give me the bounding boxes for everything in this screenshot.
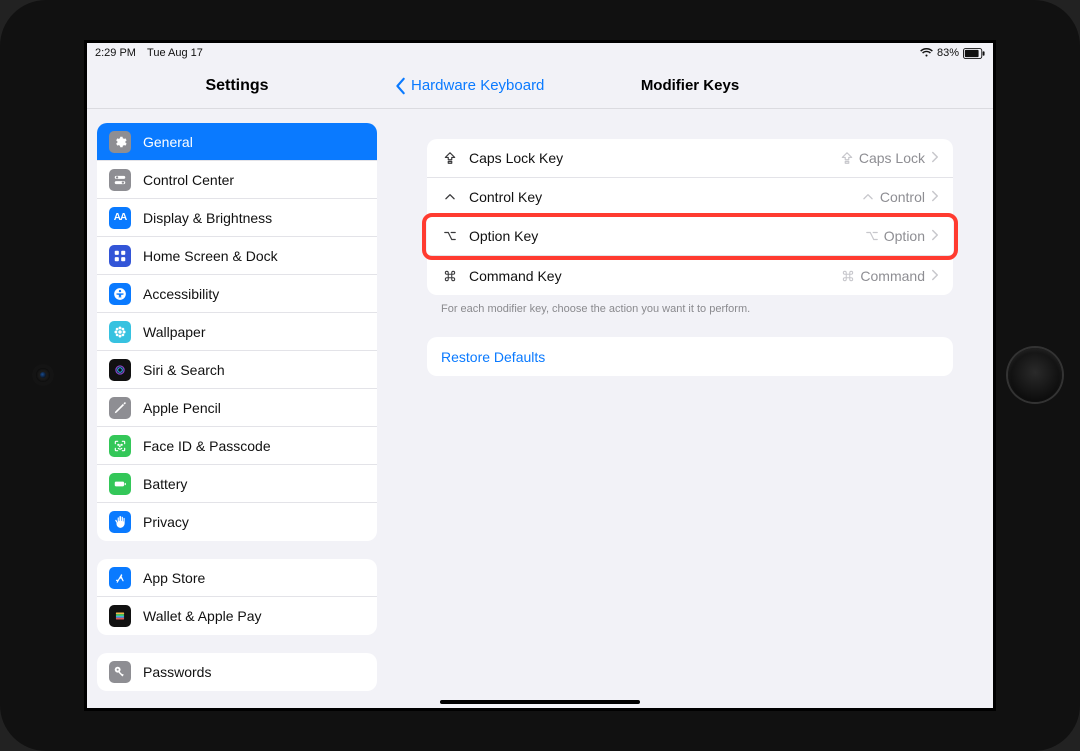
sidebar-item-label: Display & Brightness	[143, 210, 272, 226]
modifier-label: Control Key	[469, 189, 860, 205]
sidebar-title: Settings	[87, 63, 387, 109]
battery-icon	[109, 473, 131, 495]
chevron-right-icon	[931, 189, 939, 205]
control-value-icon	[860, 190, 876, 204]
sidebar-item-battery[interactable]: Battery	[97, 465, 377, 503]
grid-icon	[109, 245, 131, 267]
modifier-value: Caps Lock	[859, 150, 925, 166]
sidebar-item-label: General	[143, 134, 193, 150]
sidebar-item-home-screen-dock[interactable]: Home Screen & Dock	[97, 237, 377, 275]
wifi-icon	[920, 48, 933, 58]
siri-icon	[109, 359, 131, 381]
sidebar-group: General Control Center AA Display & Brightn…	[97, 123, 377, 541]
ipad-frame: 2:29 PM Tue Aug 17 83% Settings General C…	[0, 0, 1080, 751]
detail-pane: Hardware Keyboard Modifier Keys Caps Loc…	[387, 63, 993, 708]
modifier-label: Option Key	[469, 228, 864, 244]
home-indicator[interactable]	[440, 700, 640, 704]
sidebar-item-label: Home Screen & Dock	[143, 248, 278, 264]
modifier-caption: For each modifier key, choose the action…	[427, 295, 953, 315]
sidebar-item-display-brightness[interactable]: AA Display & Brightness	[97, 199, 377, 237]
control-key-icon	[441, 190, 459, 204]
pencil-icon	[109, 397, 131, 419]
sidebar-item-label: Privacy	[143, 514, 189, 530]
modifier-keys-group: Caps Lock KeyCaps LockControl KeyControl…	[427, 139, 953, 295]
option-key-icon	[441, 229, 459, 243]
battery-icon	[963, 48, 985, 59]
sidebar-item-face-id-passcode[interactable]: Face ID & Passcode	[97, 427, 377, 465]
key-icon	[109, 661, 131, 683]
AA-icon: AA	[109, 207, 131, 229]
gear-icon	[109, 131, 131, 153]
sidebar-item-label: Control Center	[143, 172, 234, 188]
sidebar-item-label: Face ID & Passcode	[143, 438, 271, 454]
appstore-icon	[109, 567, 131, 589]
sidebar-item-label: Wallpaper	[143, 324, 206, 340]
sidebar-item-passwords[interactable]: Passwords	[97, 653, 377, 691]
hand-icon	[109, 511, 131, 533]
sidebar-item-wallet-apple-pay[interactable]: Wallet & Apple Pay	[97, 597, 377, 635]
screen: 2:29 PM Tue Aug 17 83% Settings General C…	[84, 40, 996, 711]
home-button[interactable]	[1008, 348, 1062, 402]
sidebar-item-app-store[interactable]: App Store	[97, 559, 377, 597]
status-battery-pct: 83%	[937, 47, 959, 59]
sidebar-item-control-center[interactable]: Control Center	[97, 161, 377, 199]
sidebar-item-label: Apple Pencil	[143, 400, 221, 416]
chevron-right-icon	[931, 268, 939, 284]
command-key-icon	[441, 269, 459, 283]
modifier-value: Command	[860, 268, 925, 284]
modifier-row-command-key[interactable]: Command Key Command	[427, 256, 953, 295]
flower-icon	[109, 321, 131, 343]
capslock-key-icon	[441, 151, 459, 165]
sidebar-item-apple-pencil[interactable]: Apple Pencil	[97, 389, 377, 427]
figure-icon	[109, 283, 131, 305]
sidebar-item-wallpaper[interactable]: Wallpaper	[97, 313, 377, 351]
sidebar-item-siri-search[interactable]: Siri & Search	[97, 351, 377, 389]
settings-sidebar: Settings General Control Center AA Display …	[87, 63, 387, 708]
status-bar: 2:29 PM Tue Aug 17 83%	[87, 43, 993, 63]
sidebar-item-privacy[interactable]: Privacy	[97, 503, 377, 541]
sidebar-scroll[interactable]: General Control Center AA Display & Brightn…	[87, 109, 387, 708]
sidebar-item-general[interactable]: General	[97, 123, 377, 161]
restore-group: Restore Defaults	[427, 337, 953, 376]
front-camera	[36, 368, 50, 382]
modifier-row-control-key[interactable]: Control Key Control	[427, 178, 953, 217]
sidebar-item-label: App Store	[143, 570, 205, 586]
capslock-value-icon	[839, 151, 855, 165]
back-label: Hardware Keyboard	[411, 77, 544, 94]
detail-header: Hardware Keyboard Modifier Keys	[387, 63, 993, 109]
modifier-value: Option	[884, 228, 925, 244]
command-value-icon	[840, 269, 856, 283]
sidebar-group: Passwords	[97, 653, 377, 691]
switches-icon	[109, 169, 131, 191]
faceid-icon	[109, 435, 131, 457]
back-button[interactable]: Hardware Keyboard	[387, 77, 544, 95]
status-time: 2:29 PM	[95, 47, 136, 59]
modifier-label: Command Key	[469, 268, 840, 284]
sidebar-item-label: Siri & Search	[143, 362, 225, 378]
modifier-row-caps-lock-key[interactable]: Caps Lock Key Caps Lock	[427, 139, 953, 178]
sidebar-item-label: Battery	[143, 476, 187, 492]
chevron-right-icon	[931, 228, 939, 244]
sidebar-group: App Store Wallet & Apple Pay	[97, 559, 377, 635]
restore-defaults-button[interactable]: Restore Defaults	[427, 337, 953, 376]
modifier-value: Control	[880, 189, 925, 205]
sidebar-item-label: Wallet & Apple Pay	[143, 608, 262, 624]
modifier-label: Caps Lock Key	[469, 150, 839, 166]
sidebar-item-label: Passwords	[143, 664, 211, 680]
sidebar-item-accessibility[interactable]: Accessibility	[97, 275, 377, 313]
sidebar-item-label: Accessibility	[143, 286, 219, 302]
option-value-icon	[864, 229, 880, 243]
detail-body: Caps Lock KeyCaps LockControl KeyControl…	[387, 109, 993, 708]
chevron-right-icon	[931, 150, 939, 166]
wallet-icon	[109, 605, 131, 627]
modifier-row-option-key[interactable]: Option Key Option	[427, 217, 953, 256]
status-date: Tue Aug 17	[147, 47, 203, 59]
